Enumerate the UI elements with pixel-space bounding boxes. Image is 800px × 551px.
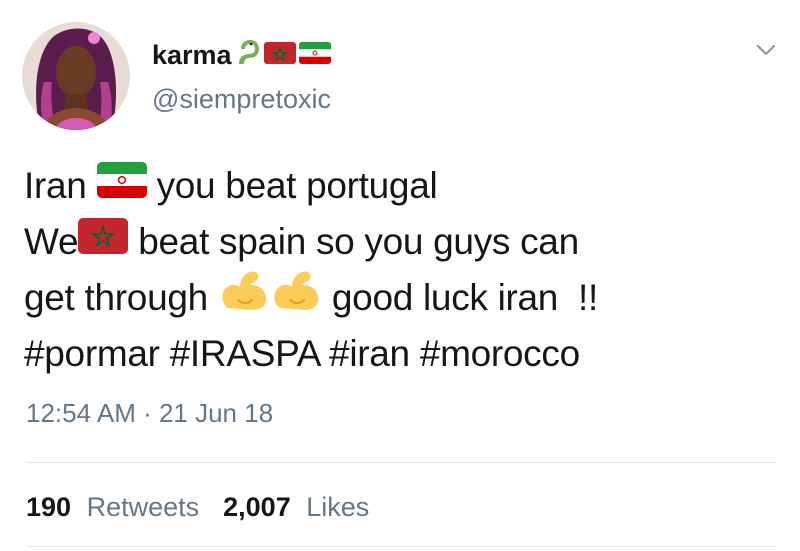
display-name-text: karma [152, 40, 232, 70]
flexed-biceps-icon [218, 268, 270, 328]
tweet-text-segment: We [24, 221, 79, 262]
likes-count: 2,007 [223, 492, 291, 522]
tweet-text: Iran you beat portugal We beat spain so … [24, 158, 784, 382]
chevron-down-icon[interactable] [754, 38, 778, 62]
tweet-card[interactable]: karma @siempretoxic Iran you beat portug… [0, 0, 800, 551]
tweet-line-3: get through good luck iran !! [24, 270, 784, 326]
iran-flag-icon [298, 40, 331, 70]
retweets-label: Retweets [86, 492, 200, 522]
morocco-flag-icon [78, 214, 129, 270]
tweet-text-segment: you beat portugal [156, 165, 438, 206]
likes-label: Likes [306, 492, 370, 522]
avatar[interactable] [22, 22, 130, 130]
flexed-biceps-icon [270, 268, 322, 328]
tweet-text-segment: beat spain so you guys can [138, 221, 579, 262]
tweet-text-segment: get through [24, 277, 208, 318]
hashtags[interactable]: #pormar #IRASPA #iran #morocco [24, 326, 580, 382]
divider [26, 546, 776, 547]
iran-flag-icon [96, 158, 147, 214]
tweet-stats: 190 Retweets 2,007 Likes [26, 492, 393, 522]
tweet-text-segment: Iran [24, 165, 87, 206]
retweets-count: 190 [26, 492, 72, 522]
tweet-text-segment: good luck iran !! [331, 277, 598, 318]
tweet-line-1: Iran you beat portugal [24, 158, 784, 214]
tweet-line-2: We beat spain so you guys can [24, 214, 784, 270]
display-name[interactable]: karma [152, 38, 331, 72]
snake-icon [235, 38, 261, 72]
user-handle[interactable]: @siempretoxic [152, 84, 331, 114]
likes-stat[interactable]: 2,007 Likes [223, 492, 369, 522]
morocco-flag-icon [263, 40, 296, 70]
tweet-line-4: #pormar #IRASPA #iran #morocco [24, 326, 784, 382]
retweets-stat[interactable]: 190 Retweets [26, 492, 199, 522]
divider [26, 462, 776, 463]
tweet-timestamp[interactable]: 12:54 AM · 21 Jun 18 [26, 398, 273, 428]
